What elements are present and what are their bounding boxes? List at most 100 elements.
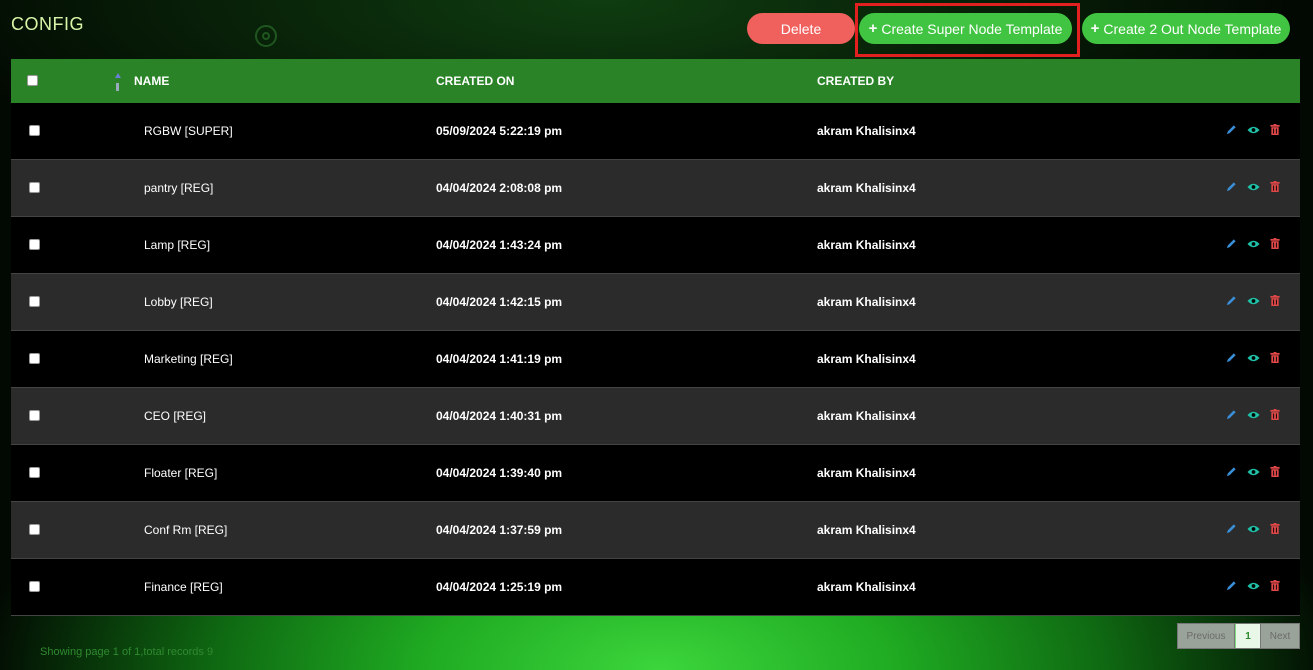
trash-icon[interactable] — [1270, 523, 1280, 534]
row-name: Finance [REG] — [144, 580, 223, 594]
table-row: CEO [REG] 04/04/2024 1:40:31 pm akram Khal… — [11, 388, 1300, 445]
create-two-out-node-template-button[interactable]: + Create 2 Out Node Template — [1082, 13, 1290, 44]
sort-icon[interactable] — [114, 73, 122, 93]
row-created-by: akram Khalisinx4 — [817, 466, 916, 480]
table-row: RGBW [SUPER] 05/09/2024 5:22:19 pm akram K… — [11, 103, 1300, 160]
row-checkbox[interactable] — [29, 239, 40, 250]
row-checkbox[interactable] — [29, 125, 40, 136]
table-row: Floater [REG] 04/04/2024 1:39:40 pm akram … — [11, 445, 1300, 502]
eye-icon[interactable] — [1247, 125, 1260, 135]
eye-icon[interactable] — [1247, 296, 1260, 306]
row-created-by: akram Khalisinx4 — [817, 580, 916, 594]
eye-icon[interactable] — [1247, 410, 1260, 420]
pencil-icon[interactable] — [1226, 352, 1237, 363]
row-name: Lamp [REG] — [144, 238, 211, 252]
row-name: CEO [REG] — [144, 409, 207, 423]
row-actions — [1226, 523, 1280, 534]
trash-icon[interactable] — [1270, 238, 1280, 249]
page-title: CONFIG — [11, 14, 84, 34]
pencil-icon[interactable] — [1226, 295, 1237, 306]
row-actions — [1226, 466, 1280, 477]
create-super-label: Create Super Node Template — [881, 20, 1063, 37]
pencil-icon[interactable] — [1226, 181, 1237, 192]
row-created-by: akram Khalisinx4 — [817, 238, 916, 252]
row-checkbox[interactable] — [29, 353, 40, 364]
trash-icon[interactable] — [1270, 466, 1280, 477]
eye-icon[interactable] — [1247, 581, 1260, 591]
row-created-on: 04/04/2024 1:42:15 pm — [436, 295, 563, 309]
plus-icon: + — [1090, 20, 1100, 37]
row-checkbox[interactable] — [29, 296, 40, 307]
row-name: Floater [REG] — [144, 466, 218, 480]
trash-icon[interactable] — [1270, 181, 1280, 192]
column-header-created-on[interactable]: CREATED ON — [436, 74, 514, 88]
table-row: Finance [REG] 04/04/2024 1:25:19 pm akram … — [11, 559, 1300, 616]
table-row: Conf Rm [REG] 04/04/2024 1:37:59 pm akram … — [11, 502, 1300, 559]
row-created-on: 05/09/2024 5:22:19 pm — [436, 124, 563, 138]
next-page-button[interactable]: Next — [1261, 624, 1299, 648]
row-actions — [1226, 580, 1280, 591]
table-row: pantry [REG] 04/04/2024 2:08:08 pm akram K… — [11, 160, 1300, 217]
delete-button-label: Delete — [780, 20, 822, 37]
row-name: RGBW [SUPER] — [144, 124, 233, 138]
row-actions — [1226, 409, 1280, 420]
row-name: pantry [REG] — [144, 181, 214, 195]
trash-icon[interactable] — [1270, 124, 1280, 135]
eye-icon[interactable] — [1247, 524, 1260, 534]
select-all-checkbox[interactable] — [27, 75, 38, 86]
pencil-icon[interactable] — [1226, 580, 1237, 591]
row-created-by: akram Khalisinx4 — [817, 124, 916, 138]
pencil-icon[interactable] — [1226, 523, 1237, 534]
pencil-icon[interactable] — [1226, 238, 1237, 249]
pencil-icon[interactable] — [1226, 409, 1237, 420]
previous-page-button[interactable]: Previous — [1178, 624, 1235, 648]
current-page-button[interactable]: 1 — [1235, 624, 1261, 648]
row-checkbox[interactable] — [29, 410, 40, 421]
row-created-on: 04/04/2024 1:39:40 pm — [436, 466, 563, 480]
eye-icon[interactable] — [1247, 239, 1260, 249]
row-created-on: 04/04/2024 1:40:31 pm — [436, 409, 563, 423]
delete-button[interactable]: Delete — [747, 13, 855, 44]
eye-icon[interactable] — [1247, 467, 1260, 477]
row-created-by: akram Khalisinx4 — [817, 523, 916, 537]
pagination: Previous 1 Next — [1177, 623, 1300, 649]
row-name: Conf Rm [REG] — [144, 523, 228, 537]
create-two-out-label: Create 2 Out Node Template — [1103, 20, 1282, 37]
pencil-icon[interactable] — [1226, 466, 1237, 477]
row-actions — [1226, 181, 1280, 192]
eye-icon[interactable] — [1247, 182, 1260, 192]
row-checkbox[interactable] — [29, 524, 40, 535]
row-name: Lobby [REG] — [144, 295, 213, 309]
column-header-created-by[interactable]: CREATED BY — [817, 74, 894, 88]
create-super-node-template-button[interactable]: + Create Super Node Template — [859, 13, 1072, 44]
table-row: Marketing [REG] 04/04/2024 1:41:19 pm akra… — [11, 331, 1300, 388]
trash-icon[interactable] — [1270, 295, 1280, 306]
table-row: Lamp [REG] 04/04/2024 1:43:24 pm akram Kha… — [11, 217, 1300, 274]
row-checkbox[interactable] — [29, 467, 40, 478]
plus-icon: + — [868, 20, 878, 37]
row-created-on: 04/04/2024 1:41:19 pm — [436, 352, 563, 366]
eye-icon[interactable] — [1247, 353, 1260, 363]
column-header-name[interactable]: NAME — [134, 74, 169, 88]
row-created-on: 04/04/2024 1:37:59 pm — [436, 523, 563, 537]
table-header: NAME CREATED ON CREATED BY — [11, 59, 1300, 103]
row-name: Marketing [REG] — [144, 352, 233, 366]
trash-icon[interactable] — [1270, 409, 1280, 420]
row-created-by: akram Khalisinx4 — [817, 295, 916, 309]
table-body: RGBW [SUPER] 05/09/2024 5:22:19 pm akram K… — [11, 103, 1300, 616]
row-actions — [1226, 352, 1280, 363]
pagination-status: Showing page 1 of 1,total records 9 — [40, 646, 214, 658]
row-checkbox[interactable] — [29, 182, 40, 193]
pencil-icon[interactable] — [1226, 124, 1237, 135]
row-actions — [1226, 238, 1280, 249]
templates-table: NAME CREATED ON CREATED BY RGBW [SUPER] 0… — [11, 59, 1300, 616]
row-created-by: akram Khalisinx4 — [817, 409, 916, 423]
trash-icon[interactable] — [1270, 352, 1280, 363]
row-created-by: akram Khalisinx4 — [817, 181, 916, 195]
table-row: Lobby [REG] 04/04/2024 1:42:15 pm akram Kh… — [11, 274, 1300, 331]
row-created-on: 04/04/2024 1:43:24 pm — [436, 238, 563, 252]
row-actions — [1226, 124, 1280, 135]
row-created-by: akram Khalisinx4 — [817, 352, 916, 366]
trash-icon[interactable] — [1270, 580, 1280, 591]
row-checkbox[interactable] — [29, 581, 40, 592]
